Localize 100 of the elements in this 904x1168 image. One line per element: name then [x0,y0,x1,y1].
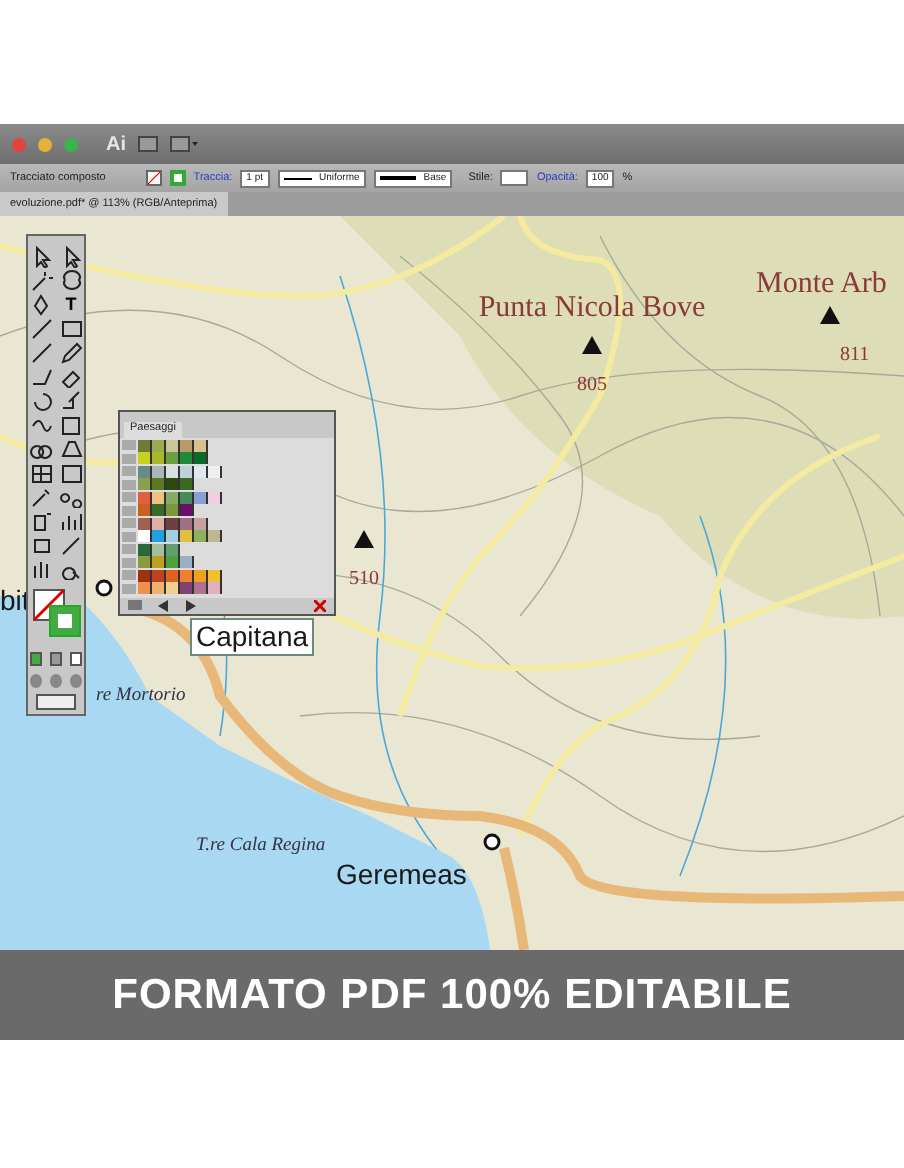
line-icon[interactable] [28,318,54,340]
color-swatch[interactable] [166,543,180,556]
screen-mode-icon[interactable] [36,694,76,710]
color-swatch[interactable] [180,452,194,465]
color-swatch[interactable] [138,439,152,452]
color-swatch[interactable] [180,478,194,491]
peak-icon [354,530,374,548]
rotate-icon[interactable] [28,390,54,412]
color-swatch[interactable] [152,530,166,543]
peak-icon [582,336,602,354]
eraser-icon[interactable] [58,366,84,388]
color-swatch[interactable] [166,569,180,582]
color-swatch[interactable] [152,543,166,556]
color-swatch[interactable] [208,530,222,543]
color-swatch[interactable] [138,556,152,569]
layout-icon[interactable] [170,136,198,152]
color-swatch[interactable] [194,452,208,465]
artboard-icon[interactable] [28,534,54,556]
color-swatch[interactable] [138,478,152,491]
lasso-icon[interactable] [58,270,84,292]
pen-icon[interactable] [28,294,54,316]
place-label: Geremeas [336,858,467,890]
warp-icon[interactable] [28,414,54,436]
rectangle-icon[interactable] [58,318,84,340]
color-swatch[interactable] [138,452,152,465]
place-label: re Mortorio [96,686,186,706]
color-swatch[interactable] [194,569,208,582]
stroke-swatch[interactable] [169,170,186,186]
bar-graph-icon[interactable] [58,510,84,532]
color-swatch[interactable] [194,582,208,595]
elevation-label: 510 [349,568,379,590]
color-swatch[interactable] [152,517,166,530]
type-tool[interactable]: T [58,294,84,316]
place-label: T.re Cala Regina [196,836,326,856]
free-transform-icon[interactable] [58,414,84,436]
color-swatch[interactable] [152,569,166,582]
color-swatch[interactable] [152,556,166,569]
place-label: Monte Arb [756,268,887,300]
color-swatch[interactable] [166,465,180,478]
elevation-label: 811 [840,344,870,366]
color-swatch[interactable] [208,582,222,595]
wand-icon[interactable] [28,270,54,292]
color-swatch[interactable] [180,439,194,452]
fill-swatch[interactable] [145,170,162,186]
color-swatch[interactable] [152,478,166,491]
peak-icon [820,306,840,324]
color-swatch[interactable] [166,582,180,595]
color-swatch[interactable] [152,465,166,478]
color-swatch[interactable] [138,517,152,530]
style-dropdown[interactable] [500,170,529,186]
color-swatch[interactable] [138,569,152,582]
delete-icon[interactable] [314,599,326,611]
color-swatch[interactable] [180,465,194,478]
color-swatch[interactable] [180,491,194,504]
pencil-icon[interactable] [58,342,84,364]
mesh-icon[interactable] [28,462,54,484]
color-swatch[interactable] [194,465,208,478]
color-swatch[interactable] [166,439,180,452]
color-swatch[interactable] [208,491,222,504]
color-swatch[interactable] [180,517,194,530]
gradient-mode-icon[interactable] [50,652,62,666]
color-swatch[interactable] [194,491,208,504]
none-mode-icon[interactable] [70,652,82,666]
banner-text: FORMATO PDF 100% EDITABILE [112,969,792,1022]
color-swatch[interactable] [180,556,194,569]
color-swatch[interactable] [152,452,166,465]
app-logo: Ai [106,131,126,159]
color-swatch[interactable] [166,530,180,543]
color-swatch[interactable] [166,517,180,530]
color-mode-icon[interactable] [30,652,42,666]
color-swatch[interactable] [166,478,180,491]
elevation-label: 805 [577,374,607,396]
color-swatch[interactable] [194,530,208,543]
color-swatch[interactable] [166,504,180,517]
color-swatch[interactable] [166,491,180,504]
color-swatch[interactable] [138,582,152,595]
place-label: Capitana [190,618,315,656]
color-swatch[interactable] [152,504,166,517]
town-icon [95,579,113,597]
color-swatch[interactable] [138,530,152,543]
color-swatch[interactable] [138,543,152,556]
color-swatch[interactable] [152,439,166,452]
color-swatch[interactable] [208,569,222,582]
color-swatch[interactable] [180,582,194,595]
color-swatch[interactable] [138,465,152,478]
color-swatch[interactable] [152,491,166,504]
color-swatch[interactable] [138,491,152,504]
perspective-icon[interactable] [58,438,84,460]
color-swatch[interactable] [138,504,152,517]
color-swatch[interactable] [166,556,180,569]
color-swatch[interactable] [194,439,208,452]
town-icon [483,833,501,851]
color-swatch[interactable] [180,530,194,543]
color-swatch[interactable] [194,517,208,530]
color-swatch[interactable] [180,504,194,517]
place-label: Punta Nicola Bove [478,292,706,324]
color-swatch[interactable] [180,569,194,582]
color-swatch[interactable] [208,465,222,478]
color-swatch[interactable] [166,452,180,465]
color-swatch[interactable] [152,582,166,595]
